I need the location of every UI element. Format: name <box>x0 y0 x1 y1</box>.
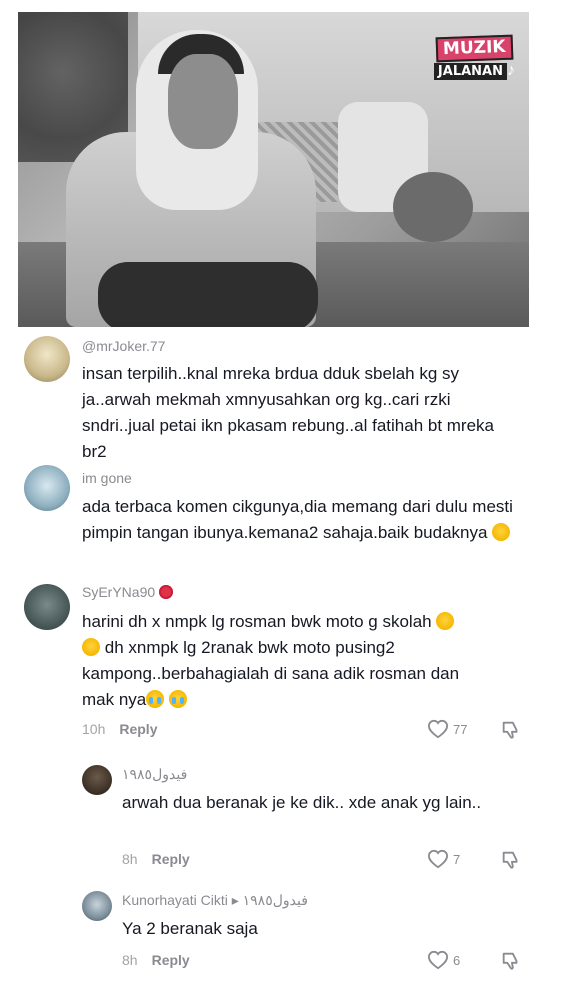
comment-text: ada terbaca komen cikgunya,dia memang da… <box>82 494 532 546</box>
like-button[interactable]: 6 <box>427 950 460 970</box>
reply-time: 8h <box>122 851 138 867</box>
like-count: 77 <box>453 721 468 737</box>
avatar[interactable] <box>82 891 112 921</box>
pot <box>393 172 473 242</box>
pleading-face-emoji-icon <box>492 523 511 541</box>
reply-username-text: Kunorhayati Cikti <box>122 892 228 908</box>
pleading-face-emoji-icon <box>436 612 455 630</box>
avatar[interactable] <box>24 465 70 511</box>
like-count: 6 <box>453 952 461 968</box>
avatar[interactable] <box>24 336 70 382</box>
reply-text: Ya 2 beranak saja <box>122 919 258 938</box>
reply-to-username[interactable]: فيدول١٩٨٥ <box>243 892 308 908</box>
like-count: 7 <box>453 851 461 867</box>
comment-username[interactable]: im gone <box>82 470 132 486</box>
reply-username[interactable]: فيدول١٩٨٥ <box>122 766 187 783</box>
comment-username[interactable]: SyErYNa90 <box>82 584 174 600</box>
pleading-face-emoji-icon <box>82 638 100 656</box>
video-thumbnail[interactable]: MUZIK JALANAN ♪ <box>18 12 529 327</box>
heart-outline-icon <box>427 719 449 739</box>
comment-text-line: kampong..berbahagialah di sana adik rosm… <box>82 664 460 683</box>
muzik-jalanan-logo: MUZIK JALANAN ♪ <box>433 34 515 80</box>
reply-time: 8h <box>122 952 138 968</box>
reply-arrow-icon: ▸ <box>231 892 239 908</box>
comment-text-line: mak nya <box>82 690 147 709</box>
reply-button[interactable]: Reply <box>119 721 157 737</box>
heart-outline-icon <box>427 849 449 869</box>
thumbs-down-icon[interactable] <box>500 719 522 741</box>
like-button[interactable]: 77 <box>427 719 467 739</box>
comment-text-body: ada terbaca komen cikgunya,dia memang da… <box>82 497 513 542</box>
logo-line2: JALANAN <box>433 63 507 80</box>
comment-text-line: harini dh x nmpk lg rosman bwk moto g sk… <box>82 612 432 631</box>
reply-button[interactable]: Reply <box>152 952 190 968</box>
woman-pants <box>98 262 318 327</box>
comment-username[interactable]: @mrJoker.77 <box>82 338 165 354</box>
reply-meta: 8h Reply <box>122 851 190 867</box>
comment-text: insan terpilih..knal mreka brdua dduk sb… <box>82 364 495 461</box>
comment-text: harini dh x nmpk lg rosman bwk moto g sk… <box>82 609 532 713</box>
thumbs-down-icon[interactable] <box>500 950 522 972</box>
avatar[interactable] <box>24 584 70 630</box>
comment-meta: 10h Reply <box>82 721 157 737</box>
logo-line1: MUZIK <box>435 34 514 63</box>
like-button[interactable]: 7 <box>427 849 460 869</box>
reply-meta: 8h Reply <box>122 952 190 968</box>
thumbs-down-icon[interactable] <box>500 849 522 871</box>
crying-face-emoji-icon <box>146 690 165 708</box>
comment-time: 10h <box>82 721 106 737</box>
reply-username[interactable]: Kunorhayati Cikti ▸ فيدول١٩٨٥ <box>122 892 308 909</box>
avatar[interactable] <box>82 765 112 795</box>
comment-username-text: SyErYNa90 <box>82 584 156 600</box>
crying-face-emoji-icon <box>168 690 187 708</box>
woman-face <box>168 54 238 149</box>
heart-outline-icon <box>427 950 449 970</box>
reply-button[interactable]: Reply <box>152 851 190 867</box>
flower-emoji-icon <box>159 585 174 599</box>
comment-text-line: dh xnmpk lg 2ranak bwk moto pusing2 <box>104 638 395 657</box>
guitar-icon: ♪ <box>507 61 515 79</box>
reply-text: arwah dua beranak je ke dik.. xde anak y… <box>122 793 482 812</box>
